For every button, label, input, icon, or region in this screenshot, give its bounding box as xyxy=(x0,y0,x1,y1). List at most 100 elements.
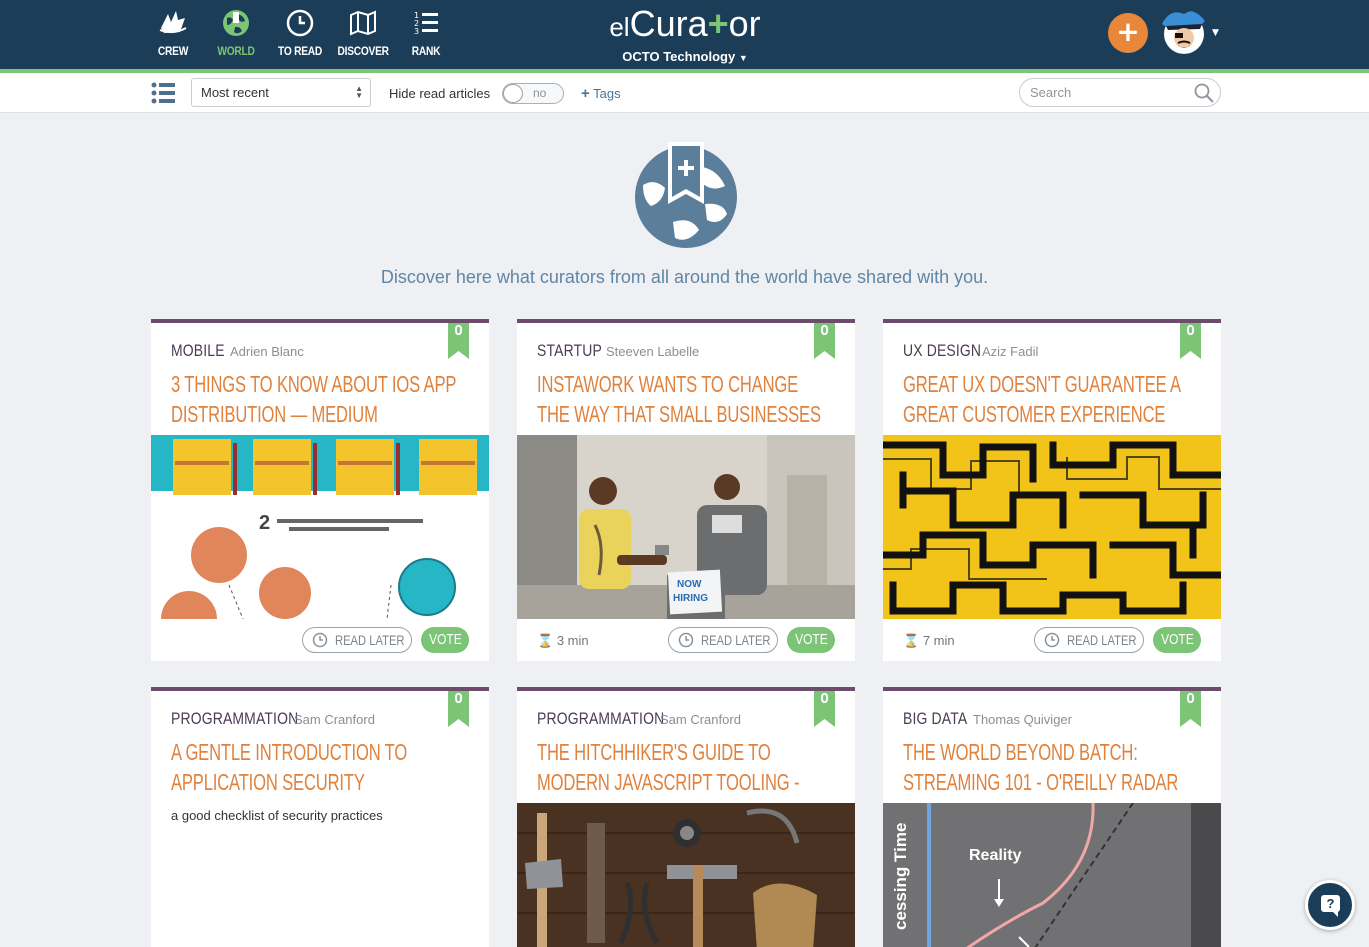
svg-text:3: 3 xyxy=(414,27,419,36)
brand-part1: Cura xyxy=(629,3,708,44)
sort-select[interactable]: Most recent ▲ ▼ xyxy=(191,78,371,107)
tags-label: Tags xyxy=(593,86,621,101)
article-card[interactable]: UX DESIGN Aziz Fadil 0 Great UX doesn't … xyxy=(883,319,1221,661)
card-author[interactable]: Adrien Blanc xyxy=(230,344,304,359)
help-chat-button[interactable]: ? xyxy=(1305,880,1355,930)
card-thumbnail[interactable]: NOW HIRING xyxy=(517,435,855,619)
nav-world[interactable]: WORLD xyxy=(206,8,266,58)
vote-count-ribbon: 0 xyxy=(448,323,469,359)
article-card[interactable]: STARTUP Steeven Labelle 0 Instawork want… xyxy=(517,319,855,661)
vote-label: VOTE xyxy=(1160,631,1194,648)
crew-ship-icon xyxy=(159,11,187,34)
nav-to-read-label: TO READ xyxy=(278,44,322,58)
read-later-button[interactable]: READ LATER xyxy=(302,627,412,653)
card-author[interactable]: Thomas Quiviger xyxy=(973,712,1072,727)
vote-count-ribbon: 0 xyxy=(814,691,835,727)
card-category[interactable]: UX DESIGN xyxy=(903,341,981,361)
vote-count-ribbon: 0 xyxy=(1180,691,1201,727)
plus-icon: + xyxy=(581,85,590,102)
svg-text:HIRING: HIRING xyxy=(673,593,708,604)
read-later-label: READ LATER xyxy=(1067,632,1137,648)
search-icon[interactable] xyxy=(1194,83,1214,103)
add-article-button[interactable]: + xyxy=(1108,13,1148,53)
help-icon: ? xyxy=(1321,895,1340,912)
card-title[interactable]: A Gentle Introduction to Application Sec… xyxy=(171,737,459,797)
vote-button[interactable]: VOTE xyxy=(1153,627,1201,653)
read-later-button[interactable]: READ LATER xyxy=(668,627,778,653)
card-author[interactable]: Sam Cranford xyxy=(294,712,375,727)
card-author[interactable]: Steeven Labelle xyxy=(606,344,699,359)
clock-icon xyxy=(312,632,328,648)
brand-part2: or xyxy=(728,3,761,44)
vote-count-ribbon: 0 xyxy=(814,323,835,359)
card-footer: READ LATER VOTE xyxy=(151,619,489,661)
card-footer: ⌛ 3 min READ LATER VOTE xyxy=(517,619,855,661)
world-bookmark-icon xyxy=(635,142,737,248)
nav-world-label: WORLD xyxy=(217,44,255,58)
nav-rank-label: RANK xyxy=(411,44,441,58)
avatar[interactable] xyxy=(1160,10,1208,54)
card-category[interactable]: BIG DATA xyxy=(903,709,967,729)
brand-logo[interactable]: elCura+or xyxy=(560,4,810,47)
yellow-maze-pattern xyxy=(883,435,1221,619)
tags-button[interactable]: + Tags xyxy=(581,85,621,102)
card-title[interactable]: The world beyond batch: Streaming 101 - … xyxy=(903,737,1191,797)
card-author[interactable]: Sam Cranford xyxy=(660,712,741,727)
nav-crew-label: CREW xyxy=(157,44,189,58)
filter-toolbar: Most recent ▲ ▼ Hide read articles no + T… xyxy=(0,73,1369,113)
read-time-value: 7 min xyxy=(922,633,955,648)
svg-text:NOW: NOW xyxy=(677,579,702,590)
card-thumbnail[interactable] xyxy=(883,435,1221,619)
top-navbar: CREW WORLD TO READ DISCOVER 123 RANK elC… xyxy=(0,0,1369,69)
vote-button[interactable]: VOTE xyxy=(421,627,469,653)
nav-crew[interactable]: CREW xyxy=(143,8,203,58)
hourglass-icon: ⌛ xyxy=(537,633,554,648)
hide-read-toggle[interactable]: no xyxy=(502,83,564,104)
speech-tail xyxy=(1332,911,1338,917)
card-footer: ⌛ 7 min READ LATER VOTE xyxy=(883,619,1221,661)
now-hiring-photo: NOW HIRING xyxy=(517,435,855,619)
card-author[interactable]: Aziz Fadil xyxy=(982,344,1038,359)
article-card[interactable]: PROGRAMMATION Sam Cranford 0 A Gentle In… xyxy=(151,687,489,947)
organization-selector[interactable]: OCTO Technology ▼ xyxy=(560,49,810,64)
vote-count-ribbon: 0 xyxy=(448,691,469,727)
avatar-caret-icon[interactable]: ▼ xyxy=(1212,28,1219,38)
search-input[interactable] xyxy=(1030,85,1190,100)
card-title[interactable]: 3 things to know about iOS App Distribut… xyxy=(171,369,459,429)
caret-down-icon: ▼ xyxy=(738,53,748,63)
card-category[interactable]: STARTUP xyxy=(537,341,602,361)
clock-icon xyxy=(678,632,694,648)
card-thumbnail[interactable] xyxy=(517,803,855,947)
read-later-label: READ LATER xyxy=(335,632,405,648)
card-title[interactable]: Great UX doesn't guarantee a great custo… xyxy=(903,369,1191,429)
select-arrows-icon: ▲ ▼ xyxy=(355,84,363,100)
card-category[interactable]: PROGRAMMATION xyxy=(537,709,664,729)
ranked-list-icon: 123 xyxy=(414,11,438,36)
nav-rank[interactable]: 123 RANK xyxy=(396,8,456,58)
processing-time-chart xyxy=(883,803,1221,947)
card-thumbnail[interactable]: Reality cessing Time xyxy=(883,803,1221,947)
search-box xyxy=(1019,78,1221,107)
nav-discover-label: DISCOVER xyxy=(337,44,389,58)
article-card[interactable]: BIG DATA Thomas Quiviger 0 The world bey… xyxy=(883,687,1221,947)
article-card[interactable]: PROGRAMMATION Sam Cranford 0 The Hitchhi… xyxy=(517,687,855,947)
card-category[interactable]: MOBILE xyxy=(171,341,225,361)
card-category[interactable]: PROGRAMMATION xyxy=(171,709,298,729)
tools-on-wood-photo xyxy=(517,803,855,947)
hero-text: Discover here what curators from all aro… xyxy=(380,267,989,287)
article-card[interactable]: MOBILE Adrien Blanc 0 3 things to know a… xyxy=(151,319,489,661)
nav-discover[interactable]: DISCOVER xyxy=(333,8,393,58)
card-thumbnail[interactable]: 2 xyxy=(151,435,489,619)
list-view-icon[interactable] xyxy=(151,82,175,104)
toggle-text: no xyxy=(533,86,547,100)
brand-prefix: el xyxy=(609,12,630,42)
read-time: ⌛ 3 min xyxy=(537,633,589,649)
organization-name: OCTO Technology xyxy=(622,49,736,64)
pirate-avatar-icon xyxy=(1162,11,1206,54)
hourglass-icon: ⌛ xyxy=(903,633,920,648)
read-later-button[interactable]: READ LATER xyxy=(1034,627,1144,653)
vote-count-ribbon: 0 xyxy=(1180,323,1201,359)
vote-label: VOTE xyxy=(794,631,828,648)
nav-to-read[interactable]: TO READ xyxy=(270,8,330,58)
vote-button[interactable]: VOTE xyxy=(787,627,835,653)
